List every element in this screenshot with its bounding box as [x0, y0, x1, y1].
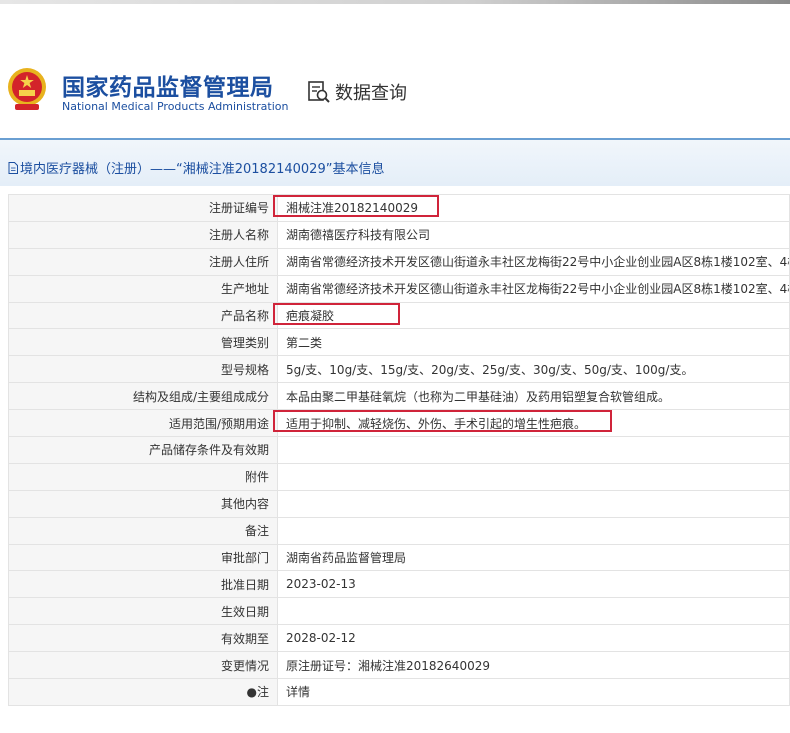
table-row: 注册人名称 湖南德禧医疗科技有限公司	[8, 220, 790, 249]
field-label: 生效日期	[8, 597, 278, 626]
field-value	[277, 489, 790, 518]
data-query-icon	[308, 81, 330, 103]
table-row: 型号规格 5g/支、10g/支、15g/支、20g/支、25g/支、30g/支、5…	[8, 355, 790, 384]
field-label: 注册人名称	[8, 220, 278, 249]
table-row: 管理类别 第二类	[8, 328, 790, 357]
highlight-registration-number	[273, 195, 439, 217]
table-row: 批准日期 2023-02-13	[8, 570, 790, 599]
registration-detail-table: 注册证编号 湘械注准20182140029 注册人名称 湖南德禧医疗科技有限公司 注册人…	[8, 194, 790, 706]
page-bottom	[0, 716, 790, 733]
field-value: 2023-02-13	[277, 570, 790, 599]
breadcrumb-text: 境内医疗器械（注册）——“湘械注准20182140029”基本信息	[20, 162, 385, 177]
field-value: 第二类	[277, 328, 790, 357]
field-label: 注册人住所	[8, 247, 278, 276]
breadcrumb: 境内医疗器械（注册）——“湘械注准20182140029”基本信息	[8, 158, 384, 177]
highlight-intended-use	[273, 410, 612, 432]
top-border	[0, 0, 790, 4]
field-value	[277, 597, 790, 626]
table-row: 注册人住所 湖南省常德经济技术开发区德山街道永丰社区龙梅街22号中小企业创业园A区…	[8, 247, 790, 276]
field-label: ●注	[8, 678, 278, 706]
table-row: 产品储存条件及有效期	[8, 436, 790, 464]
field-value: 湖南省药品监督管理局	[277, 543, 790, 572]
field-label: 变更情况	[8, 651, 278, 680]
document-icon	[8, 161, 18, 174]
field-label: 有效期至	[8, 624, 278, 653]
field-value: 5g/支、10g/支、15g/支、20g/支、25g/支、30g/支、50g/支…	[277, 355, 790, 384]
data-query-link[interactable]: 数据查询	[307, 78, 407, 106]
details-link[interactable]: 详情	[277, 678, 790, 706]
org-name-en[interactable]: National Medical Products Administration	[62, 100, 288, 113]
table-row: 附件	[8, 462, 790, 491]
data-query-label: 数据查询	[335, 83, 407, 104]
table-row: 生效日期	[8, 597, 790, 626]
field-label: 管理类别	[8, 328, 278, 357]
field-label: 产品储存条件及有效期	[8, 436, 278, 464]
field-label: 审批部门	[8, 543, 278, 572]
field-label: 批准日期	[8, 570, 278, 599]
field-value: 湖南省常德经济技术开发区德山街道永丰社区龙梅街22号中小企业创业园A区8栋1楼1…	[277, 274, 790, 303]
table-row: 备注	[8, 516, 790, 545]
field-label: 型号规格	[8, 355, 278, 384]
breadcrumb-bar: 境内医疗器械（注册）——“湘械注准20182140029”基本信息	[0, 140, 790, 186]
field-label: 产品名称	[8, 301, 278, 330]
field-label: 注册证编号	[8, 194, 278, 222]
field-label: 其他内容	[8, 489, 278, 518]
field-label: 生产地址	[8, 274, 278, 303]
field-value: 2028-02-12	[277, 624, 790, 653]
table-row: 生产地址 湖南省常德经济技术开发区德山街道永丰社区龙梅街22号中小企业创业园A区8…	[8, 274, 790, 303]
field-label: 附件	[8, 462, 278, 491]
field-value: 原注册证号：湘械注准20182640029	[277, 651, 790, 680]
field-label: 结构及组成/主要组成成分	[8, 382, 278, 411]
field-value: 本品由聚二甲基硅氧烷（也称为二甲基硅油）及药用铝塑复合软管组成。	[277, 382, 790, 411]
site-header: 国家药品监督管理局 National Medical Products Admi…	[0, 60, 790, 130]
field-value	[277, 516, 790, 545]
field-value: 湖南德禧医疗科技有限公司	[277, 220, 790, 249]
field-label: 备注	[8, 516, 278, 545]
table-row: 有效期至 2028-02-12	[8, 624, 790, 653]
table-row: ●注 详情	[8, 678, 790, 706]
field-value: 湖南省常德经济技术开发区德山街道永丰社区龙梅街22号中小企业创业园A区8栋1楼1…	[277, 247, 790, 276]
national-emblem-icon	[8, 68, 46, 110]
table-row: 审批部门 湖南省药品监督管理局	[8, 543, 790, 572]
table-row: 结构及组成/主要组成成分 本品由聚二甲基硅氧烷（也称为二甲基硅油）及药用铝塑复合软…	[8, 382, 790, 411]
table-row: 变更情况 原注册证号：湘械注准20182640029	[8, 651, 790, 680]
field-label: 适用范围/预期用途	[8, 409, 278, 438]
highlight-product-name	[273, 303, 400, 325]
table-row: 其他内容	[8, 489, 790, 518]
field-value	[277, 462, 790, 491]
org-name-cn[interactable]: 国家药品监督管理局	[62, 68, 274, 102]
field-value	[277, 436, 790, 464]
